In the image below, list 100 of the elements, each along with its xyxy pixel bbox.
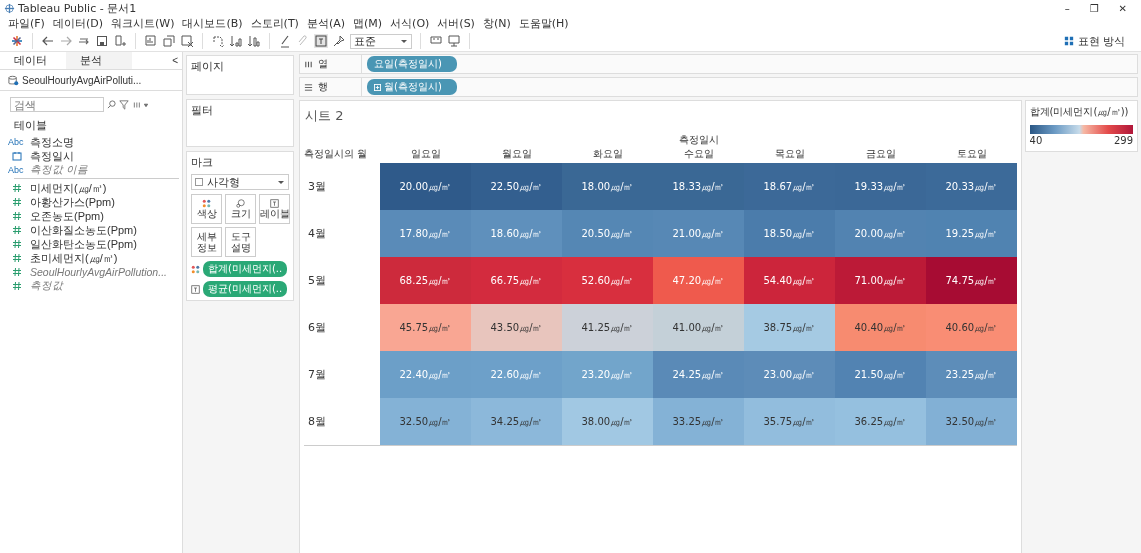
- show-labels-icon[interactable]: [314, 34, 328, 48]
- heatmap-cell: 40.60㎍/㎥: [926, 304, 1017, 351]
- window-control-button[interactable]: ❐: [1085, 2, 1103, 14]
- heatmap-cell: 20.50㎍/㎥: [562, 210, 653, 257]
- heatmap-cell: 24.25㎍/㎥: [653, 351, 744, 398]
- search-field[interactable]: 검색: [10, 97, 104, 112]
- heatmap-cell: 22.40㎍/㎥: [380, 351, 471, 398]
- field-item[interactable]: 일산화탄소농도(Ppm): [30, 236, 137, 252]
- sort-ascending-icon[interactable]: [229, 34, 243, 48]
- field-item[interactable]: 측정소명: [30, 134, 74, 150]
- field-item[interactable]: 아황산가스(Ppm): [30, 194, 115, 210]
- menu-item[interactable]: 대시보드(B): [182, 16, 243, 31]
- app-logo-icon: [4, 2, 15, 14]
- card-title: 필터: [191, 103, 214, 118]
- field-item[interactable]: SeoulHourlyAvgAirPollution...: [30, 266, 167, 278]
- menu-item[interactable]: 서버(S): [437, 16, 475, 31]
- label-icon: [270, 199, 279, 208]
- sheet-title: 시트 2: [304, 107, 345, 125]
- presentation-screen-icon[interactable]: [447, 34, 461, 48]
- column-header: 월요일: [500, 147, 533, 161]
- pin-icon[interactable]: [332, 34, 346, 48]
- expand-icon: [374, 83, 381, 91]
- filter-icon[interactable]: [119, 99, 129, 110]
- field-item[interactable]: 측정값: [30, 279, 63, 293]
- add-datasource-icon[interactable]: [113, 34, 127, 48]
- row-header: 4월: [307, 226, 327, 242]
- rows-icon: [304, 82, 313, 92]
- window-control-button[interactable]: –: [1060, 2, 1074, 14]
- row-header: 8월: [307, 414, 327, 430]
- clear-sheet-icon[interactable]: [180, 34, 194, 48]
- heatmap-cell: 21.50㎍/㎥: [835, 351, 926, 398]
- heatmap-cell: 32.50㎍/㎥: [380, 398, 471, 445]
- menu-item[interactable]: 맵(M): [353, 16, 383, 31]
- window-control-button[interactable]: ✕: [1114, 2, 1131, 14]
- heatmap-cell: 21.00㎍/㎥: [653, 210, 744, 257]
- heatmap-cell: 41.00㎍/㎥: [653, 304, 744, 351]
- menu-item[interactable]: 창(N): [482, 16, 511, 31]
- heatmap-cell: 54.40㎍/㎥: [744, 257, 835, 304]
- heatmap-cell: 32.50㎍/㎥: [926, 398, 1017, 445]
- heatmap-cell: 20.33㎍/㎥: [926, 163, 1017, 210]
- field-item[interactable]: 이산화질소농도(Ppm): [30, 222, 137, 238]
- heatmap-cell: 33.25㎍/㎥: [653, 398, 744, 445]
- tableau-logo-icon[interactable]: [10, 34, 24, 48]
- fit-dropdown[interactable]: 표준: [350, 33, 412, 49]
- mark-type-dropdown[interactable]: 사각형: [191, 174, 289, 190]
- text-type-icon: Abc: [8, 165, 26, 175]
- shelf-label: 행: [318, 80, 328, 94]
- menu-item[interactable]: 서식(O): [390, 16, 430, 31]
- pane-tab[interactable]: 분석: [66, 52, 132, 69]
- paperclip-icon[interactable]: [296, 34, 310, 48]
- duplicate-sheet-icon[interactable]: [162, 34, 176, 48]
- highlight-pen-icon[interactable]: [278, 34, 292, 48]
- heatmap-cell: 18.67㎍/㎥: [744, 163, 835, 210]
- heatmap-cell: 40.40㎍/㎥: [835, 304, 926, 351]
- column-header: 수요일: [682, 147, 715, 161]
- menu-item[interactable]: 도움말(H): [518, 16, 569, 31]
- save-icon[interactable]: [95, 34, 109, 48]
- marks-button[interactable]: 세부 정보: [191, 227, 222, 257]
- marks-button[interactable]: 레이블: [259, 194, 290, 224]
- marks-button[interactable]: 크기: [225, 194, 256, 224]
- number-type-icon: [12, 239, 22, 249]
- new-sheet-icon[interactable]: [144, 34, 158, 48]
- card-title: 마크: [191, 155, 214, 170]
- heatmap-cell: 36.25㎍/㎥: [835, 398, 926, 445]
- field-item[interactable]: 측정값 이름: [30, 163, 88, 177]
- size-icon: [236, 199, 245, 208]
- field-item[interactable]: 측정일시: [30, 148, 74, 164]
- menu-item[interactable]: 파일(F): [8, 16, 45, 31]
- marks-button[interactable]: 도구 설명: [225, 227, 256, 257]
- column-header: 금요일: [864, 147, 897, 161]
- menu-item[interactable]: 워크시트(W): [111, 16, 175, 31]
- collapse-button[interactable]: <: [172, 55, 182, 66]
- heatmap-cell: 52.60㎍/㎥: [562, 257, 653, 304]
- field-item[interactable]: 초미세먼지(㎍/㎥): [30, 250, 118, 266]
- sort-descending-icon[interactable]: [247, 34, 261, 48]
- menu-item[interactable]: 데이터(D): [52, 16, 103, 31]
- swap-icon[interactable]: [211, 34, 225, 48]
- heatmap-cell: 19.25㎍/㎥: [926, 210, 1017, 257]
- caret-icon: [277, 178, 285, 186]
- color-dots-icon: [191, 264, 200, 274]
- heatmap-cell: 66.75㎍/㎥: [471, 257, 562, 304]
- datasource-icon: [8, 74, 19, 86]
- heatmap-cell: 38.75㎍/㎥: [744, 304, 835, 351]
- show-me-button[interactable]: 표현 방식: [1057, 32, 1131, 50]
- number-type-icon: [12, 197, 22, 207]
- row-header: 7월: [307, 367, 327, 383]
- section-heading: 테이블: [13, 118, 48, 133]
- field-item[interactable]: 오존농도(Ppm): [30, 208, 104, 224]
- menu-item[interactable]: 분석(A): [306, 16, 345, 31]
- legend-min: 40: [1029, 135, 1043, 146]
- menu-item[interactable]: 스토리(T): [250, 16, 299, 31]
- column-header: 목요일: [773, 147, 806, 161]
- heatmap-cell: 18.60㎍/㎥: [471, 210, 562, 257]
- heatmap-cell: 22.60㎍/㎥: [471, 351, 562, 398]
- field-item[interactable]: 미세먼지(㎍/㎥): [30, 180, 107, 196]
- number-type-icon: [12, 267, 22, 277]
- datasource-item[interactable]: SeoulHourlyAvgAirPolluti...: [0, 70, 182, 91]
- heatmap-cell: 23.00㎍/㎥: [744, 351, 835, 398]
- marks-button[interactable]: 색상: [191, 194, 222, 224]
- back-arrow-icon[interactable]: [41, 34, 55, 48]
